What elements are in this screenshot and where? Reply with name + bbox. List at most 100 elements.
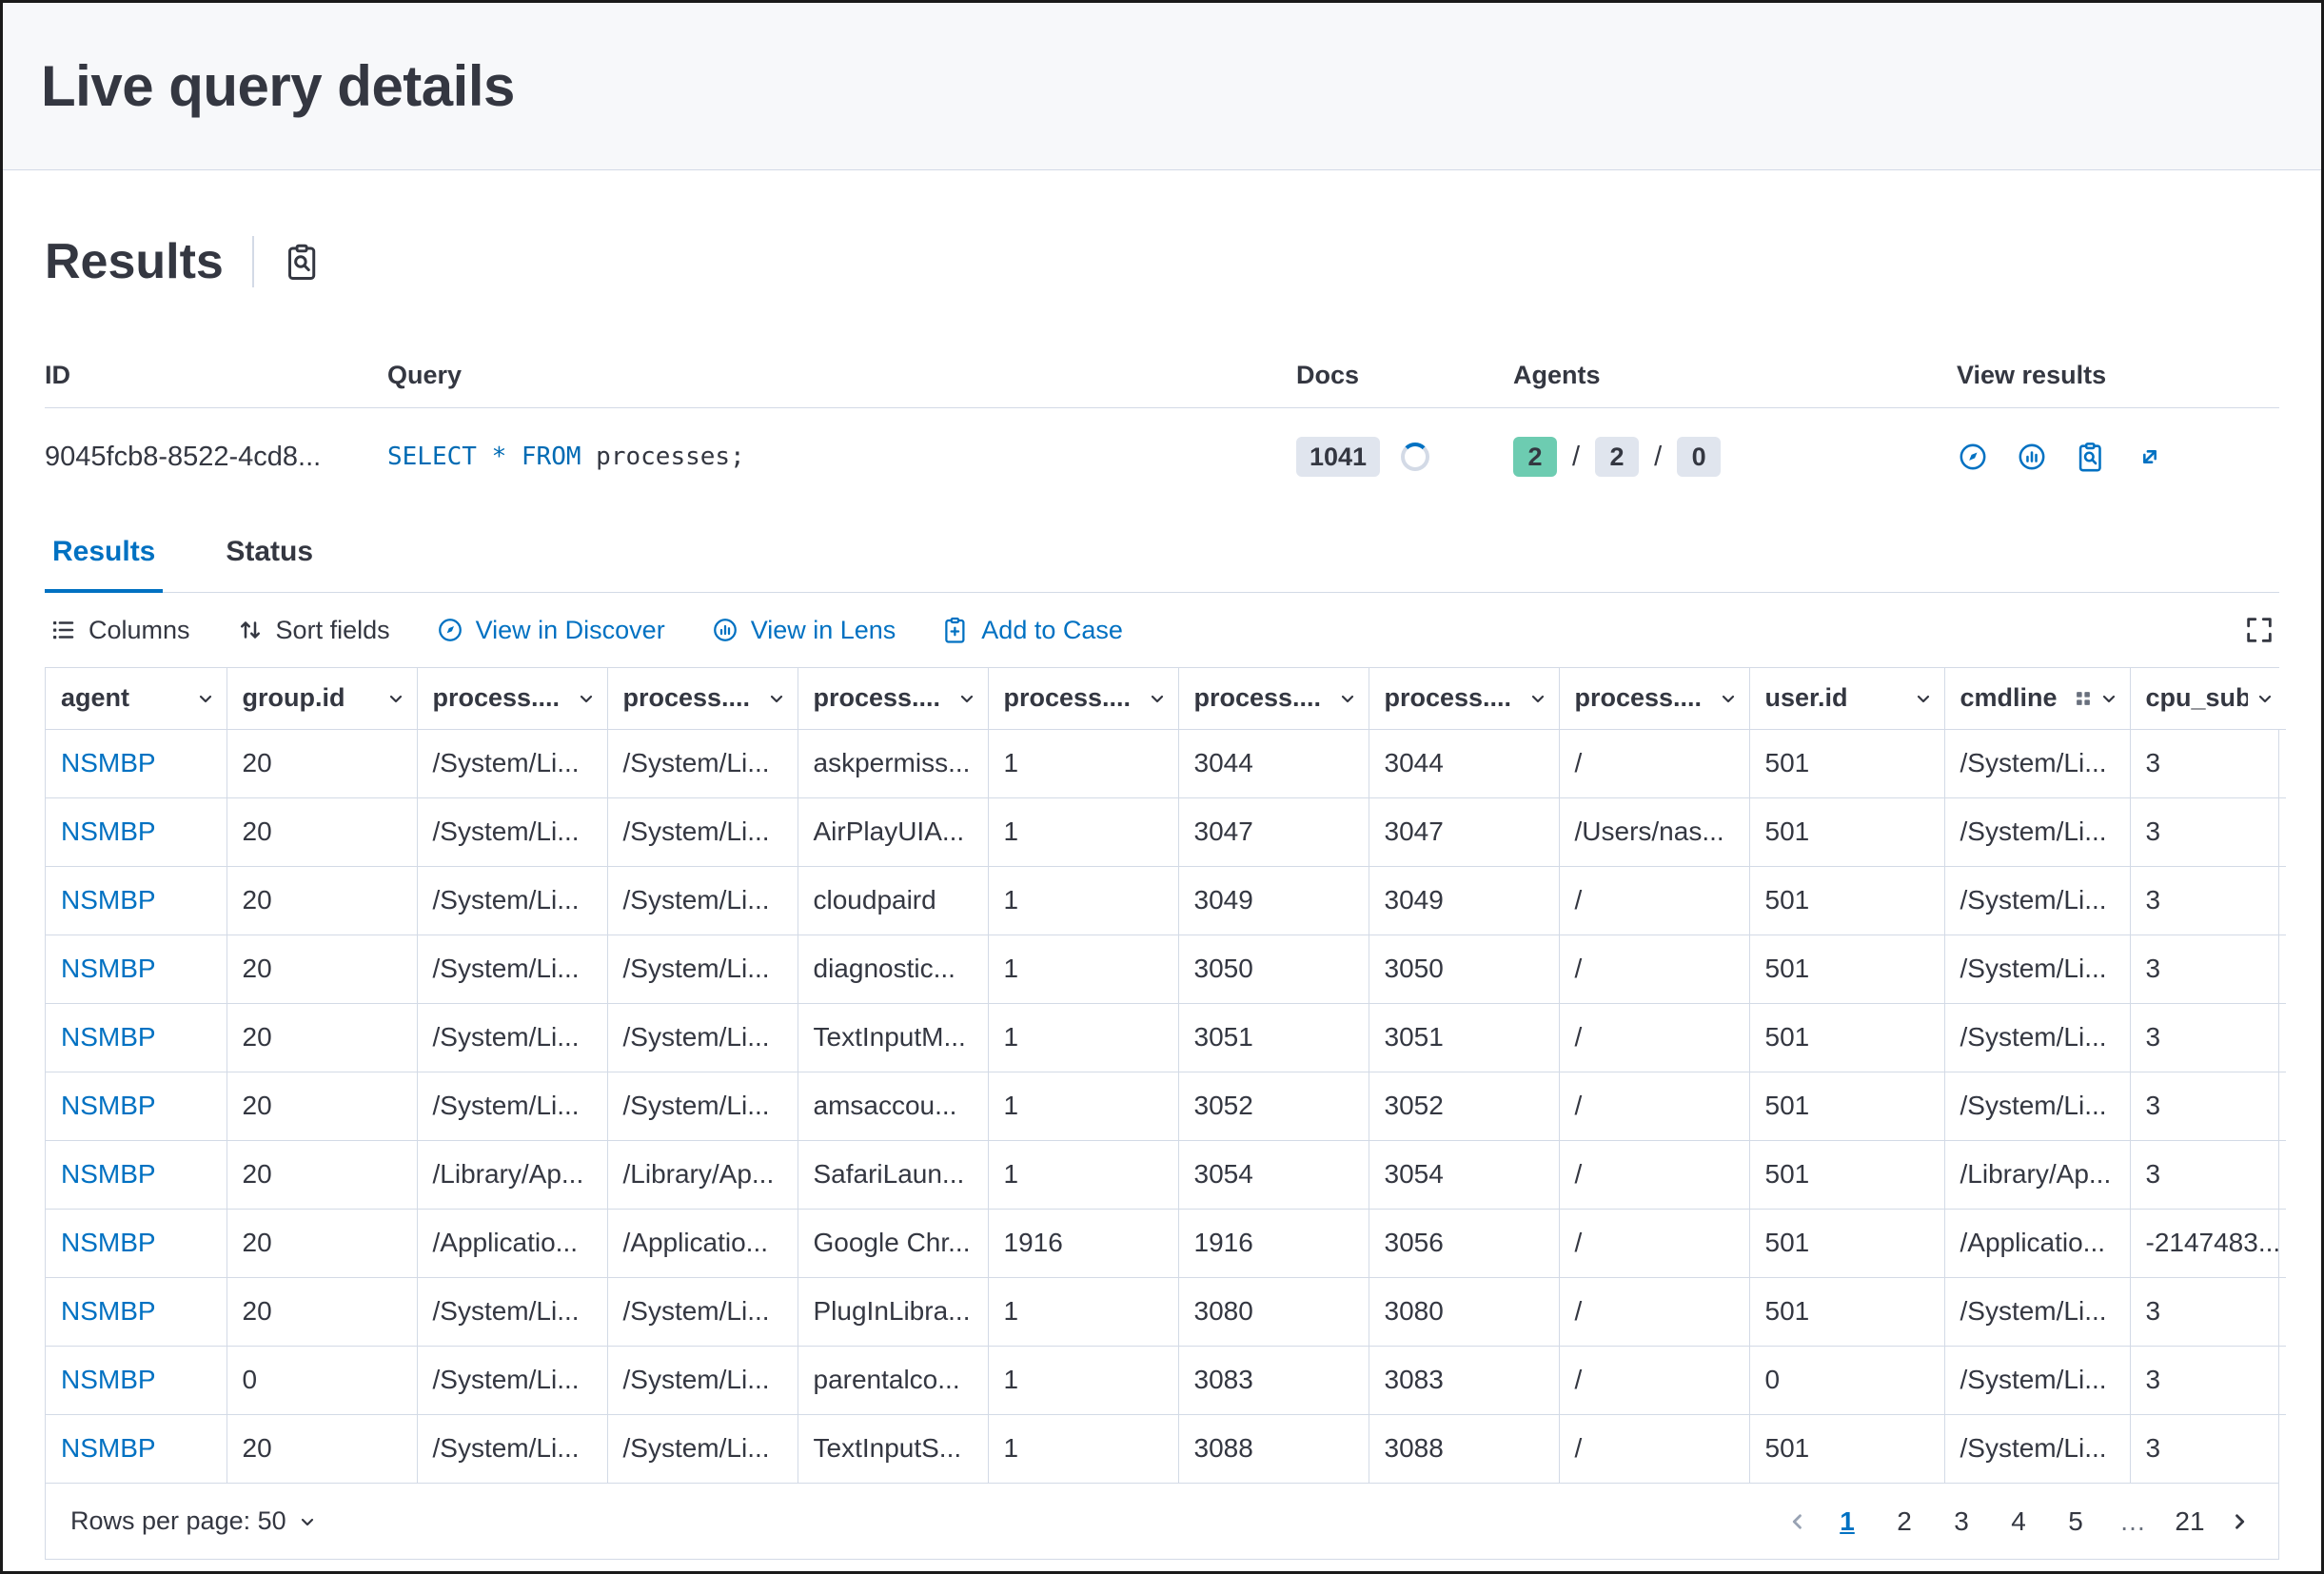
add-to-case-button[interactable]: Add to Case [941, 616, 1123, 645]
grid-column-header[interactable]: process.... [607, 668, 798, 729]
view-in-lens-toolbar-button[interactable]: View in Lens [711, 616, 896, 645]
inspect-results-button[interactable] [283, 242, 323, 282]
chevron-down-icon [2098, 687, 2120, 710]
chevron-right-icon [2225, 1507, 2254, 1536]
view-in-discover-button[interactable] [1957, 441, 1989, 473]
chevron-down-icon [575, 687, 598, 710]
grid-cell: Google Chr... [798, 1209, 988, 1277]
grid-cell: / [1559, 935, 1749, 1003]
agent-link[interactable]: NSMBP [61, 1296, 156, 1326]
pagination-page-1[interactable]: 1 [1825, 1498, 1869, 1545]
grid-header-row: agentgroup.idprocess....process....proce… [46, 668, 2286, 729]
grid-cell: /System/Li... [607, 1072, 798, 1140]
grid-column-label: cpu_sub... [2146, 683, 2249, 713]
inspect-icon [283, 242, 323, 282]
agent-link[interactable]: NSMBP [61, 1091, 156, 1120]
tab-results[interactable]: Results [45, 536, 163, 593]
table-row: NSMBP20/System/Li.../System/Li...amsacco… [46, 1072, 2286, 1140]
grid-cell: /System/Li... [1944, 729, 2130, 797]
chevron-down-icon [1912, 687, 1935, 710]
grid-cell: 3052 [1369, 1072, 1559, 1140]
agent-link[interactable]: NSMBP [61, 1022, 156, 1052]
grid-column-header[interactable]: process.... [1178, 668, 1369, 729]
columns-label: Columns [89, 616, 190, 645]
rows-per-page-button[interactable]: Rows per page: 50 [70, 1506, 319, 1536]
agent-link[interactable]: NSMBP [61, 954, 156, 983]
grid-cell: parentalco... [798, 1346, 988, 1414]
view-in-discover-toolbar-button[interactable]: View in Discover [436, 616, 665, 645]
expand-diagonal-icon [2134, 441, 2166, 473]
chevron-down-icon [1336, 687, 1359, 710]
grid-cell: / [1559, 1277, 1749, 1346]
grid-cell: /System/Li... [417, 1003, 607, 1072]
chevron-down-icon [765, 687, 788, 710]
grid-cell: 3 [2130, 935, 2286, 1003]
grid-column-header[interactable]: cmdline [1944, 668, 2130, 729]
grid-column-label: process.... [623, 683, 751, 713]
agent-link[interactable]: NSMBP [61, 748, 156, 777]
agent-link[interactable]: NSMBP [61, 817, 156, 846]
open-details-button[interactable] [2134, 441, 2166, 473]
grid-cell: 501 [1749, 1209, 1944, 1277]
grid-cell: 501 [1749, 935, 1944, 1003]
agents-total-badge: 2 [1595, 437, 1639, 477]
page-title: Live query details [41, 53, 515, 119]
pagination-prev-button[interactable] [1783, 1507, 1812, 1536]
grid-cell: 3 [2130, 1346, 2286, 1414]
grid-cell: /System/Li... [607, 1003, 798, 1072]
grid-column-header[interactable]: process.... [417, 668, 607, 729]
grid-column-header[interactable]: process.... [988, 668, 1178, 729]
grid-column-header[interactable]: process.... [1559, 668, 1749, 729]
agent-link[interactable]: NSMBP [61, 885, 156, 915]
inspect-results-action-button[interactable] [2075, 441, 2107, 473]
grid-toolbar: Columns Sort fields View in Discover [45, 593, 2279, 667]
chevron-down-icon [384, 687, 407, 710]
agents-cell: 2 / 2 / 0 [1513, 408, 1957, 509]
grid-column-header[interactable]: cpu_sub... [2130, 668, 2286, 729]
live-query-details-page: Live query details Results ID Query Docs [0, 0, 2324, 1574]
pagination-next-button[interactable] [2225, 1507, 2254, 1536]
grid-cell: 0 [1749, 1346, 1944, 1414]
agents-failed-badge: 0 [1677, 437, 1721, 477]
agent-link[interactable]: NSMBP [61, 1159, 156, 1189]
agent-cell: NSMBP [46, 1414, 226, 1483]
sort-fields-button[interactable]: Sort fields [236, 616, 390, 645]
grid-column-header[interactable]: group.id [226, 668, 417, 729]
fullscreen-button[interactable] [2243, 614, 2275, 646]
grid-cell: 20 [226, 935, 417, 1003]
table-row: NSMBP20/System/Li.../System/Li...cloudpa… [46, 866, 2286, 935]
pagination-page-5[interactable]: 5 [2054, 1498, 2098, 1545]
sort-arrows-icon [236, 616, 265, 644]
grid-cell: 0 [226, 1346, 417, 1414]
grid-column-header[interactable]: agent [46, 668, 226, 729]
view-in-lens-button[interactable] [2016, 441, 2048, 473]
pagination-page-2[interactable]: 2 [1882, 1498, 1926, 1545]
view-in-discover-label: View in Discover [476, 616, 665, 645]
grid-cell: 3 [2130, 1072, 2286, 1140]
grid-cell: /System/Li... [1944, 1346, 2130, 1414]
grid-column-header[interactable]: user.id [1749, 668, 1944, 729]
grid-cell: 1 [988, 1003, 1178, 1072]
agent-cell: NSMBP [46, 1277, 226, 1346]
columns-button[interactable]: Columns [49, 616, 190, 645]
pagination-page-3[interactable]: 3 [1940, 1498, 1983, 1545]
grid-cell: 3056 [1369, 1209, 1559, 1277]
agent-link[interactable]: NSMBP [61, 1228, 156, 1257]
lens-icon [711, 616, 739, 644]
grid-cell: / [1559, 1072, 1749, 1140]
agent-cell: NSMBP [46, 935, 226, 1003]
pagination-page-4[interactable]: 4 [1997, 1498, 2040, 1545]
grid-cell: 501 [1749, 1414, 1944, 1483]
column-actions-icon[interactable] [2073, 688, 2094, 709]
pagination-page-21[interactable]: 21 [2168, 1498, 2212, 1545]
heading-divider [252, 236, 254, 287]
grid-column-header[interactable]: process.... [1369, 668, 1559, 729]
grid-cell: / [1559, 1003, 1749, 1072]
agent-link[interactable]: NSMBP [61, 1433, 156, 1463]
tab-status[interactable]: Status [218, 536, 321, 593]
grid-cell: /System/Li... [1944, 935, 2130, 1003]
add-to-case-label: Add to Case [981, 616, 1123, 645]
agent-cell: NSMBP [46, 729, 226, 797]
agent-link[interactable]: NSMBP [61, 1365, 156, 1394]
grid-column-header[interactable]: process.... [798, 668, 988, 729]
